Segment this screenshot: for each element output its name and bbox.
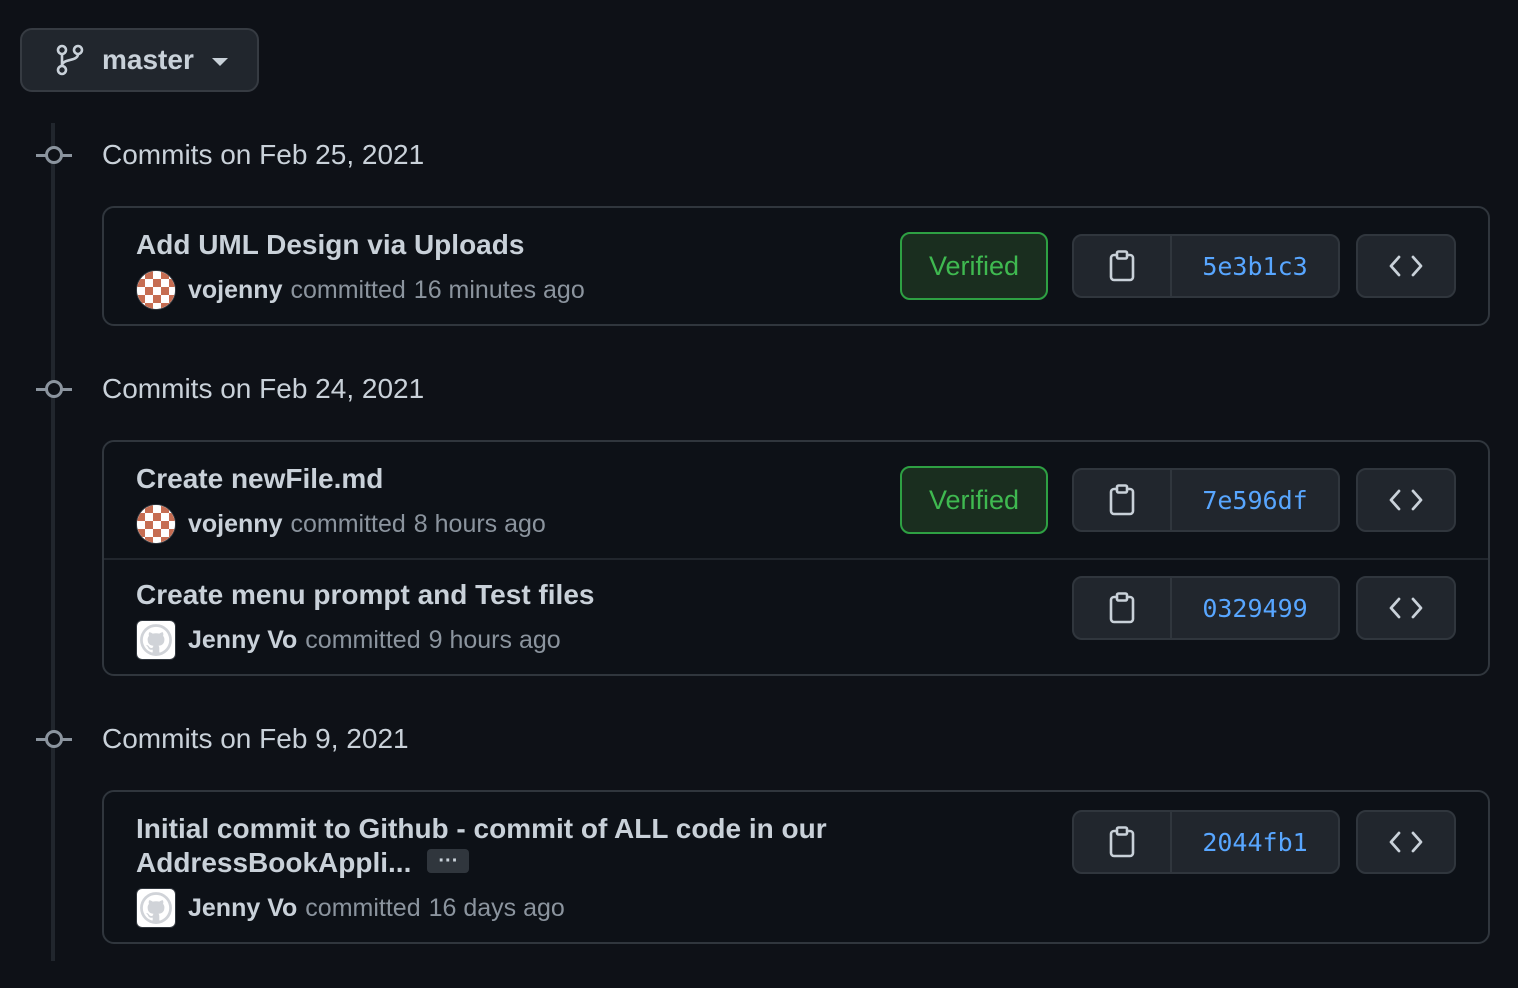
commit-action: committed (290, 275, 406, 304)
commit-title-text: AddressBookAppli... (136, 847, 412, 878)
sha-button-group: 5e3b1c3 (1072, 234, 1340, 298)
commit-title[interactable]: Add UML Design via Uploads (136, 228, 524, 262)
clipboard-icon (1109, 826, 1135, 858)
branch-selector-button[interactable]: master (20, 28, 259, 92)
github-default-avatar[interactable] (136, 888, 176, 928)
commit-row: Create newFile.md vojenny committed 8 ho… (104, 442, 1488, 558)
sha-button-group: 7e596df (1072, 468, 1340, 532)
octocat-icon (140, 624, 172, 656)
commit-action: committed (290, 509, 406, 538)
identicon-avatar[interactable] (136, 270, 176, 310)
identicon-avatar[interactable] (136, 504, 176, 544)
commit-time: 9 hours ago (428, 625, 561, 654)
browse-repo-button[interactable] (1356, 234, 1456, 298)
git-commit-icon (36, 729, 72, 749)
verified-badge[interactable]: Verified (900, 232, 1048, 300)
copy-sha-button[interactable] (1074, 236, 1172, 296)
git-commit-icon (36, 145, 72, 165)
branch-name: master (102, 44, 194, 75)
commit-title[interactable]: Create newFile.md (136, 462, 383, 496)
group-date: Commits on Feb 24, 2021 (102, 373, 425, 404)
commit-row: Create menu prompt and Test files Jenny … (104, 558, 1488, 674)
clipboard-icon (1109, 484, 1135, 516)
copy-sha-button[interactable] (1074, 470, 1172, 530)
clipboard-icon (1109, 592, 1135, 624)
commit-time: 16 minutes ago (413, 275, 585, 304)
commit-title-line: Initial commit to Github - commit of ALL… (136, 813, 827, 844)
commit-title[interactable]: Initial commit to Github - commit of ALL… (136, 812, 827, 880)
browse-repo-button[interactable] (1356, 576, 1456, 640)
commit-history-page: master Commits on Feb 25, 2021 Add UML D… (0, 0, 1518, 988)
git-commit-icon (36, 379, 72, 399)
commit-group-header: Commits on Feb 24, 2021 (36, 369, 424, 409)
commit-meta: Jenny Vo committed 16 days ago (136, 888, 565, 928)
commit-meta: Jenny Vo committed 9 hours ago (136, 620, 561, 660)
commit-row: Add UML Design via Uploads vojenny commi… (104, 208, 1488, 324)
commit-sha-link[interactable]: 0329499 (1172, 578, 1338, 638)
timeline-line (51, 123, 55, 961)
commit-list: Add UML Design via Uploads vojenny commi… (102, 206, 1490, 326)
commit-author[interactable]: Jenny Vo (188, 894, 297, 923)
commit-sha-link[interactable]: 7e596df (1172, 470, 1338, 530)
code-icon (1389, 597, 1423, 619)
commit-list: Create newFile.md vojenny committed 8 ho… (102, 440, 1490, 676)
clipboard-icon (1109, 250, 1135, 282)
commit-time: 8 hours ago (413, 509, 546, 538)
copy-sha-button[interactable] (1074, 578, 1172, 638)
commit-meta: vojenny committed 16 minutes ago (136, 270, 585, 310)
github-default-avatar[interactable] (136, 620, 176, 660)
commit-author[interactable]: vojenny (188, 276, 282, 305)
commit-sha-link[interactable]: 2044fb1 (1172, 812, 1338, 872)
group-date: Commits on Feb 9, 2021 (102, 723, 409, 754)
commit-author[interactable]: Jenny Vo (188, 626, 297, 655)
code-icon (1389, 255, 1423, 277)
commit-meta: vojenny committed 8 hours ago (136, 504, 546, 544)
commit-list: Initial commit to Github - commit of ALL… (102, 790, 1490, 944)
browse-repo-button[interactable] (1356, 810, 1456, 874)
commit-group-header: Commits on Feb 9, 2021 (36, 719, 409, 759)
octocat-icon (140, 892, 172, 924)
expand-message-button[interactable]: ··· (427, 848, 470, 873)
commit-time: 16 days ago (428, 893, 565, 922)
git-branch-icon (56, 44, 84, 76)
commit-action: committed (305, 893, 421, 922)
sha-button-group: 2044fb1 (1072, 810, 1340, 874)
group-date: Commits on Feb 25, 2021 (102, 139, 425, 170)
code-icon (1389, 831, 1423, 853)
commit-row: Initial commit to Github - commit of ALL… (104, 792, 1488, 942)
commit-title-line: AddressBookAppli... ··· (136, 846, 827, 880)
verified-badge[interactable]: Verified (900, 466, 1048, 534)
commit-author[interactable]: vojenny (188, 510, 282, 539)
commit-action: committed (305, 625, 421, 654)
browse-repo-button[interactable] (1356, 468, 1456, 532)
chevron-down-icon (211, 58, 228, 66)
commit-group-header: Commits on Feb 25, 2021 (36, 135, 424, 175)
sha-button-group: 0329499 (1072, 576, 1340, 640)
copy-sha-button[interactable] (1074, 812, 1172, 872)
code-icon (1389, 489, 1423, 511)
commit-sha-link[interactable]: 5e3b1c3 (1172, 236, 1338, 296)
commit-title[interactable]: Create menu prompt and Test files (136, 578, 594, 612)
